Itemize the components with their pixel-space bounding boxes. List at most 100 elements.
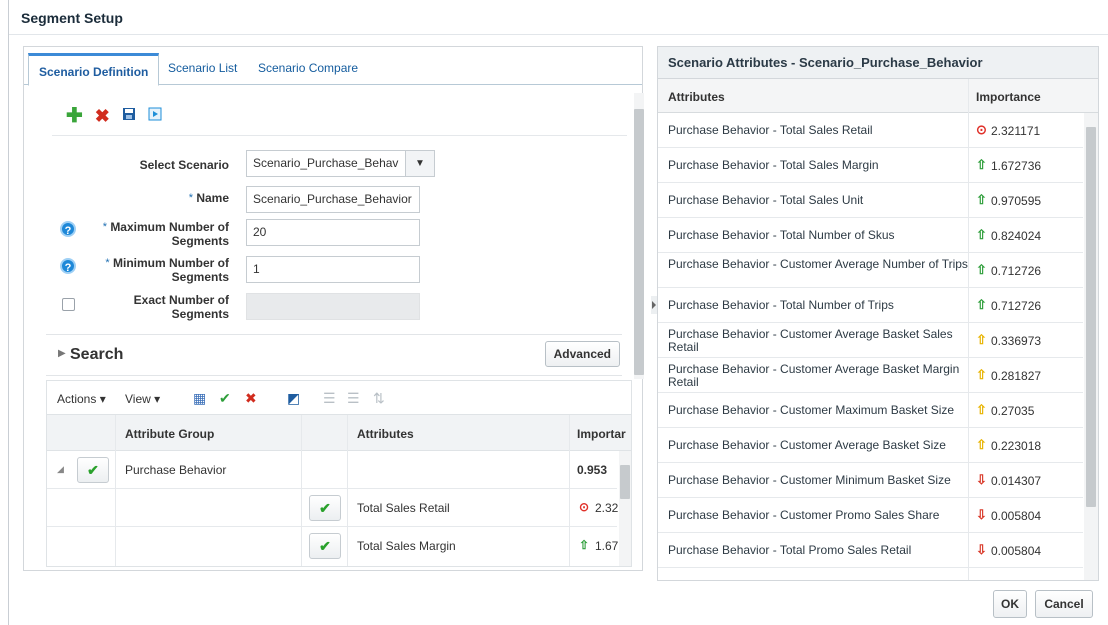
help-icon[interactable]: ?	[60, 221, 76, 237]
arrow-down-icon: ⇩	[976, 507, 987, 522]
search-section: ▶ Search Advanced	[46, 334, 622, 376]
table-row[interactable]: Purchase Behavior - Total Sales Unit ⇧ 0.9…	[658, 183, 1083, 218]
table-row[interactable]: Purchase Behavior - Total Sales Retail ⊙ 2…	[658, 113, 1083, 148]
save-icon[interactable]	[122, 107, 136, 125]
attribute-cell: Purchase Behavior - Customer Maximum Bas…	[668, 403, 955, 417]
arrow-up-icon: ⇧	[579, 538, 590, 552]
select-check-button[interactable]: ✔	[77, 457, 109, 483]
name-label: * Name	[188, 191, 229, 205]
table-row[interactable]: Purchase Behavior - Customer Minimum Bas…	[658, 463, 1083, 498]
table-scrollbar[interactable]	[619, 451, 631, 566]
search-label[interactable]: Search	[70, 346, 123, 364]
tab-bar: Scenario Definition Scenario List Scenar…	[24, 47, 642, 86]
col-importance[interactable]: Importance	[976, 90, 1041, 104]
columns-icon[interactable]: ▦	[193, 390, 206, 407]
select-check-button[interactable]: ✔	[309, 495, 341, 521]
target-icon: ⊙	[976, 122, 987, 137]
name-input[interactable]: Scenario_Purchase_Behavior	[246, 186, 420, 213]
col-attribute-group[interactable]: Attribute Group	[125, 427, 214, 441]
export-icon[interactable]: ◩	[287, 390, 300, 407]
form-scrollbar[interactable]	[634, 93, 644, 379]
group-cell: Purchase Behavior	[125, 463, 227, 477]
table-row[interactable]: Purchase Behavior - Customer Average Bas…	[658, 323, 1083, 358]
importance-cell: 0.953	[577, 463, 608, 477]
actions-menu[interactable]: Actions ▾	[57, 392, 106, 406]
importance-cell: 0.336973	[991, 334, 1042, 348]
arrow-up-icon: ⇧	[976, 192, 987, 207]
importance-cell: 0.970595	[991, 194, 1042, 208]
table-row[interactable]: ◢ ✔ Purchase Behavior 0.953	[47, 451, 617, 489]
table-row[interactable]: Purchase Behavior - Customer Average Bas…	[658, 428, 1083, 463]
chevron-down-icon[interactable]: ▼	[405, 150, 435, 177]
select-scenario-label: Select Scenario	[139, 158, 229, 172]
scrollbar-thumb[interactable]	[1086, 127, 1096, 507]
target-icon: ⊙	[579, 500, 590, 514]
title-divider	[9, 34, 1108, 35]
table-row[interactable]: ✔ Total Sales Margin ⇧ 1.67	[47, 527, 618, 565]
run-icon[interactable]	[148, 107, 162, 125]
panel-title: Scenario Attributes - Scenario_Purchase_…	[668, 55, 983, 70]
arrow-up-icon: ⇧	[976, 367, 987, 382]
attribute-group-table: Actions ▾ View ▾ ▦ ✔ ✖ ◩ ☰ ☰ ⇅ Attribute…	[46, 380, 632, 567]
cancel-button[interactable]: Cancel	[1035, 590, 1093, 618]
arrow-up-icon: ⇧	[976, 402, 987, 417]
table-row[interactable]: Purchase Behavior - Total Sales Margin ⇧ 1…	[658, 148, 1083, 183]
arrow-up-icon: ⇧	[976, 332, 987, 347]
attribute-cell: Purchase Behavior - Customer Promo Sales…	[668, 508, 940, 522]
table-row[interactable]: Purchase Behavior - Customer Average Bas…	[658, 358, 1083, 393]
tab-scenario-list[interactable]: Scenario List	[168, 61, 237, 75]
table-row[interactable]: Purchase Behavior - Customer Average Num…	[658, 253, 1083, 288]
attribute-cell: Purchase Behavior - Total Sales Unit	[668, 193, 864, 207]
table-row[interactable]: Purchase Behavior - Total Number of Skus…	[658, 218, 1083, 253]
column-divider	[569, 415, 570, 566]
column-divider	[347, 415, 348, 566]
attributes-scrollbar[interactable]	[1084, 113, 1098, 580]
table-row[interactable]: Purchase Behavior - Total Number of Trip…	[658, 288, 1083, 323]
advanced-button[interactable]: Advanced	[544, 341, 620, 367]
toolbar-divider	[52, 135, 627, 136]
arrow-down-icon: ⇩	[976, 542, 987, 557]
arrow-up-icon: ⇧	[976, 227, 987, 242]
col-attributes[interactable]: Attributes	[357, 427, 414, 441]
scrollbar-thumb[interactable]	[634, 109, 644, 375]
table-row[interactable]: ✔ Total Sales Retail ⊙ 2.32	[47, 489, 618, 527]
table-row[interactable]: Purchase Behavior - Customer Promo Sales…	[658, 498, 1083, 533]
column-divider	[301, 415, 302, 566]
col-importance[interactable]: Importar	[577, 427, 626, 441]
help-icon[interactable]: ?	[60, 258, 76, 274]
table-row[interactable]: Purchase Behavior - Customer Maximum Bas…	[658, 393, 1083, 428]
importance-cell: 1.672736	[991, 159, 1042, 173]
attribute-cell: Purchase Behavior - Customer Average Bas…	[668, 327, 953, 354]
add-icon[interactable]: ✚	[66, 106, 83, 126]
attribute-cell: Purchase Behavior - Customer Average Bas…	[668, 438, 946, 452]
table-row[interactable]: Purchase Behavior - Total Promo Sales Re…	[658, 533, 1083, 568]
arrow-up-icon: ⇧	[976, 437, 987, 452]
expand-arrow-icon[interactable]: ▶	[58, 348, 66, 359]
scenario-toolbar: ✚ ✖	[66, 106, 162, 126]
expand-icon: ☰	[347, 390, 360, 406]
importance-cell: 0.005804	[991, 544, 1042, 558]
collapse-icon: ☰	[323, 390, 336, 406]
importance-cell: 0.824024	[991, 229, 1042, 243]
max-segments-input[interactable]: 20	[246, 219, 420, 246]
importance-cell: 0.712726	[991, 299, 1042, 313]
scrollbar-thumb[interactable]	[620, 465, 630, 499]
select-check-button[interactable]: ✔	[309, 533, 341, 559]
arrow-down-icon: ⇩	[976, 472, 987, 487]
exact-segments-input	[246, 293, 420, 320]
hierarchy-icon: ⇅	[373, 390, 385, 406]
delete-icon[interactable]: ✖	[95, 107, 110, 125]
tab-scenario-compare[interactable]: Scenario Compare	[258, 61, 358, 75]
tab-scenario-definition[interactable]: Scenario Definition	[28, 53, 160, 86]
collapse-triangle-icon[interactable]: ◢	[57, 464, 64, 475]
uncheck-all-icon[interactable]: ✖	[245, 390, 257, 407]
min-segments-input[interactable]: 1	[246, 256, 420, 283]
ok-button[interactable]: OK	[993, 590, 1027, 618]
exact-segments-checkbox[interactable]	[62, 298, 75, 311]
col-attributes[interactable]: Attributes	[668, 90, 725, 104]
check-all-icon[interactable]: ✔	[219, 390, 231, 407]
attribute-cell: Purchase Behavior - Total Promo Sales Re…	[668, 543, 912, 557]
view-menu[interactable]: View ▾	[125, 392, 160, 406]
panel-header: Scenario Attributes - Scenario_Purchase_…	[658, 47, 1098, 79]
select-scenario-dropdown[interactable]: Scenario_Purchase_Behav	[246, 150, 406, 177]
